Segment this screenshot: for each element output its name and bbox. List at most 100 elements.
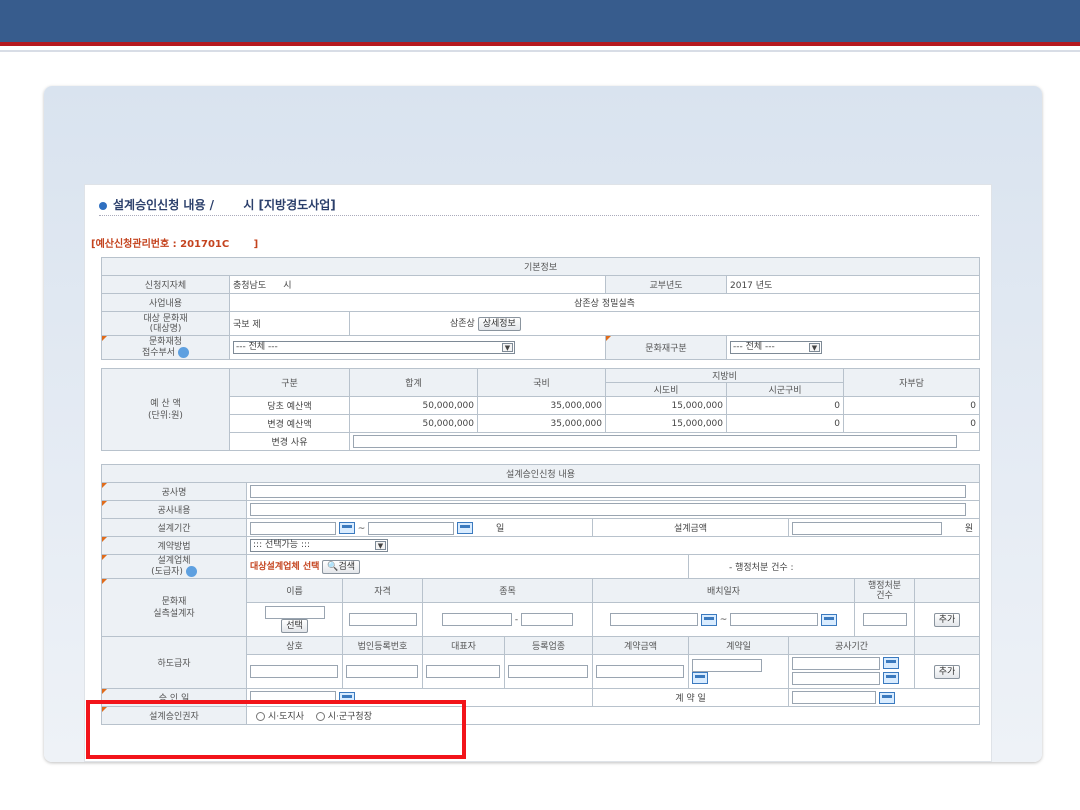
- work-content-cell: [245, 500, 981, 519]
- budget-col-national: 국비: [477, 368, 606, 397]
- designer-label: 설계업체 (도급자): [101, 554, 247, 579]
- surveyor-period-cell: ~: [592, 602, 855, 637]
- surveyor-col-name: 이름: [246, 578, 343, 603]
- budget-row-total-input[interactable]: 50,000,000: [349, 414, 478, 433]
- calendar-icon[interactable]: [700, 613, 717, 626]
- mgmt-close: ]: [253, 239, 259, 250]
- calendar-icon[interactable]: [882, 672, 899, 684]
- contract-method-select[interactable]: ::: 선택가능 ::: ▼: [250, 539, 388, 552]
- period-end-input[interactable]: [368, 521, 455, 535]
- sub-period-end-input[interactable]: [792, 671, 880, 685]
- amount-input[interactable]: [792, 521, 942, 535]
- calendar-icon[interactable]: [821, 613, 838, 626]
- office-select-cell: --- 전체 --- ▼: [229, 335, 606, 360]
- heritage-value: 국보 제: [229, 311, 350, 336]
- surveyor-type-input2[interactable]: [521, 613, 573, 626]
- period-start-input[interactable]: [250, 521, 336, 535]
- budget-row-type: 변경 예산액: [229, 414, 350, 433]
- change-reason-label: 변경 사유: [229, 432, 350, 451]
- period-cell: ~ 일: [246, 518, 593, 537]
- budget-row-provincial-input[interactable]: 15,000,000: [605, 414, 727, 433]
- period-label: 설계기간: [101, 518, 247, 537]
- management-number: [예산신청관리번호 : 201701C ]: [91, 235, 258, 250]
- surveyor-type-cell: -: [422, 602, 593, 637]
- highlight-box: [86, 700, 466, 759]
- calendar-icon[interactable]: [457, 522, 474, 534]
- contract-date-cell: [787, 688, 981, 707]
- budget-row-self: 0: [843, 396, 980, 415]
- mgmt-label: [예산신청관리번호 :: [91, 239, 181, 250]
- sub-company-input[interactable]: [250, 665, 338, 678]
- sub-bizno-cell: [342, 654, 423, 689]
- sub-col-company: 상호: [246, 636, 343, 655]
- surveyor-col-disposal: 행정처분 건수: [854, 578, 915, 603]
- add-surveyor-button[interactable]: 추가: [933, 612, 961, 627]
- change-reason-cell: [349, 432, 980, 451]
- surveyor-disposal-input[interactable]: [862, 613, 907, 626]
- contract-method-label: 계약방법: [101, 536, 247, 555]
- sub-period-start-input[interactable]: [792, 656, 880, 670]
- surveyor-name-cell: 선택: [246, 602, 343, 637]
- budget-col-total: 합계: [349, 368, 478, 397]
- calendar-icon[interactable]: [882, 657, 899, 669]
- sub-col-biztype: 등록업종: [504, 636, 593, 655]
- bullet-icon: [99, 201, 107, 210]
- surveyor-col-type: 종목: [422, 578, 593, 603]
- surveyor-type-input1[interactable]: [442, 613, 512, 626]
- surveyor-qual-cell: [342, 602, 423, 637]
- designer-cell: 대상설계업체 선택 🔍검색: [246, 554, 689, 579]
- sub-col-period: 공사기간: [788, 636, 915, 655]
- year-value: 2017 년도: [725, 275, 981, 294]
- calendar-icon[interactable]: [878, 691, 895, 704]
- change-reason-input[interactable]: [353, 435, 957, 448]
- contract-date-label: 계 약 일: [592, 688, 789, 707]
- sub-add-cell: 추가: [913, 654, 981, 689]
- contract-method-cell: ::: 선택가능 ::: ▼: [245, 536, 981, 555]
- office-select[interactable]: --- 전체 --- ▼: [233, 341, 515, 354]
- basic-section-title: 기본정보: [100, 257, 981, 276]
- search-button[interactable]: 🔍검색: [322, 559, 361, 574]
- search-icon: 🔍: [327, 561, 339, 572]
- calendar-icon[interactable]: [338, 522, 355, 534]
- budget-table: 예 산 액 (단위:원) 구분 합계 국비 지방비 자부담 시도비 시군구비 당…: [101, 368, 980, 451]
- table-row: 당초 예산액 50,000,000 35,000,000 15,000,000 …: [102, 396, 980, 415]
- sub-biztype-input[interactable]: [508, 665, 588, 678]
- calendar-icon[interactable]: [692, 672, 708, 684]
- add-subcontractor-button[interactable]: 추가: [933, 664, 961, 679]
- surveyor-start-input[interactable]: [609, 613, 698, 626]
- sub-date-input[interactable]: [692, 659, 762, 672]
- budget-row-provincial: 15,000,000: [605, 396, 727, 415]
- work-content-input[interactable]: [250, 503, 966, 516]
- detail-button[interactable]: 상세정보: [477, 316, 521, 331]
- surveyor-add-cell: 추가: [913, 602, 981, 637]
- surveyor-name-input[interactable]: [264, 606, 325, 619]
- table-row: 변경 예산액 50,000,000 35,000,000 15,000,000 …: [102, 414, 980, 433]
- sub-bizno-input[interactable]: [346, 665, 418, 678]
- project-value: 삼존상 정밀실측: [228, 293, 981, 312]
- budget-row-self-input[interactable]: 0: [843, 414, 980, 433]
- heading-region: 시 [지방경도사업]: [243, 198, 336, 212]
- sub-ceo-cell: [422, 654, 505, 689]
- info-icon[interactable]: [185, 566, 197, 577]
- sub-company-cell: [246, 654, 343, 689]
- sub-col-amount: 계약금액: [592, 636, 689, 655]
- surveyor-end-input[interactable]: [730, 613, 819, 626]
- design-approval-table: 설계승인신청 내용 공사명 공사내용 설계기간 ~ 일 설계금액 원 계약방법 …: [100, 464, 981, 725]
- sub-ceo-input[interactable]: [426, 665, 500, 678]
- budget-row-total: 50,000,000: [349, 396, 478, 415]
- sub-amount-input[interactable]: [596, 665, 684, 678]
- budget-row-city: 0: [726, 396, 844, 415]
- category-select[interactable]: --- 전체 --- ▼: [730, 341, 822, 354]
- info-icon[interactable]: [178, 347, 190, 358]
- select-button[interactable]: 선택: [281, 619, 308, 633]
- contract-date-input[interactable]: [792, 691, 876, 704]
- category-label: 문화재구분: [605, 335, 727, 360]
- sub-col-ceo: 대표자: [422, 636, 505, 655]
- sub-period-cell: [788, 654, 915, 689]
- basic-info-table: 기본정보 신청지자체 충청남도 시 교부년도 2017 년도 사업내용 삼존상 …: [100, 257, 981, 360]
- work-name-input[interactable]: [250, 485, 966, 498]
- budget-col-type: 구분: [229, 368, 350, 397]
- surveyor-qual-input[interactable]: [348, 613, 417, 626]
- budget-row-city-input[interactable]: 0: [726, 414, 844, 433]
- form-heading: 설계승인신청 내용 / 시 [지방경도사업]: [99, 196, 336, 213]
